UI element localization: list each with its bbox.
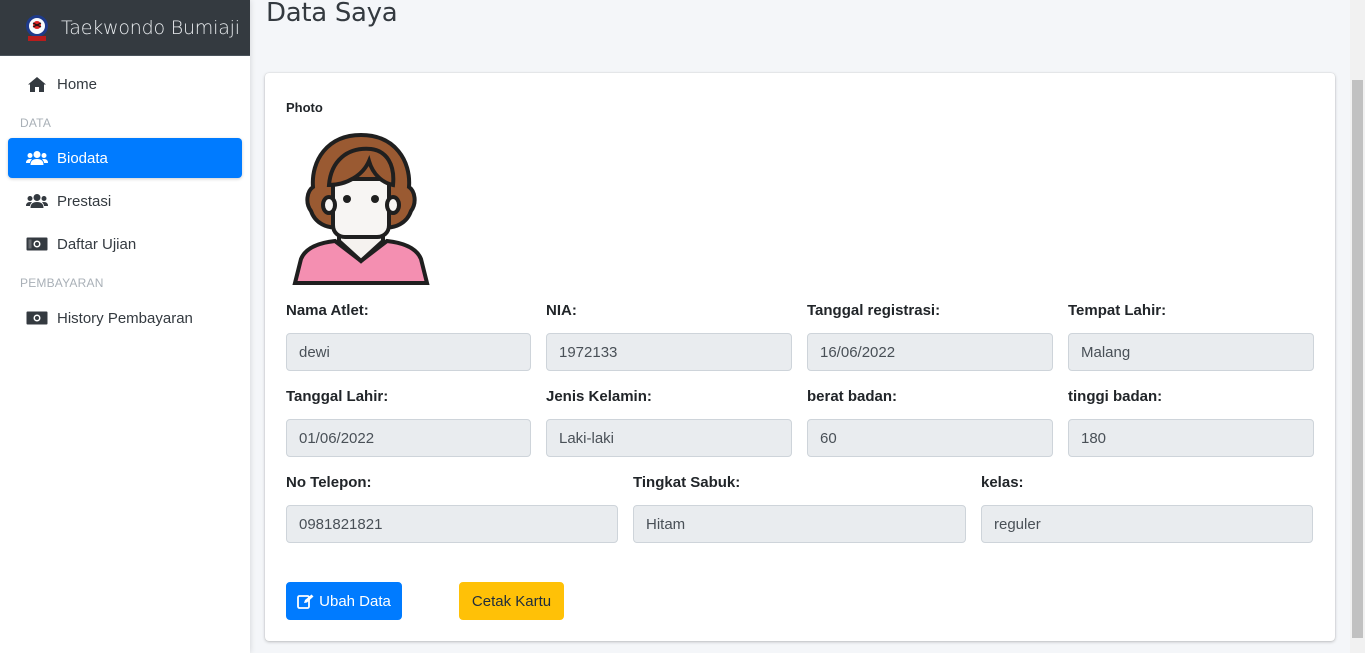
field-kelas: kelas: (981, 474, 1313, 543)
brand-link[interactable]: Taekwondo Bumiaji (0, 0, 250, 56)
sidebar: Taekwondo Bumiaji Home DATA Biodata Pres… (0, 0, 250, 653)
jenis-kelamin-input[interactable] (546, 419, 792, 457)
home-icon (26, 75, 48, 93)
cetak-kartu-button[interactable]: Cetak Kartu (459, 582, 564, 620)
users-icon (26, 149, 48, 167)
field-label: Nama Atlet: (286, 302, 369, 319)
field-label: kelas: (981, 474, 1024, 491)
field-label: berat badan: (807, 388, 898, 405)
sidebar-item-label: Biodata (57, 149, 108, 167)
no-telepon-input[interactable] (286, 505, 618, 543)
avatar (289, 131, 433, 285)
field-tanggal-registrasi: Tanggal registrasi: (807, 302, 1053, 371)
money-bill-icon (26, 309, 48, 327)
money-bill-icon (26, 235, 48, 253)
sidebar-item-home[interactable]: Home (8, 64, 242, 104)
field-tingkat-sabuk: Tingkat Sabuk: (633, 474, 966, 543)
ubah-data-label: Ubah Data (319, 592, 391, 610)
field-nama-atlet: Nama Atlet: (286, 302, 531, 371)
tinggi-badan-input[interactable] (1068, 419, 1314, 457)
field-no-telepon: No Telepon: (286, 474, 618, 543)
nama-atlet-input[interactable] (286, 333, 531, 371)
page-title: Data Saya (266, 0, 398, 28)
tanggal-lahir-input[interactable] (286, 419, 531, 457)
sidebar-item-label: Prestasi (57, 192, 112, 210)
sidebar-item-biodata[interactable]: Biodata (8, 138, 242, 178)
page-scrollbar[interactable] (1350, 0, 1365, 653)
field-jenis-kelamin: Jenis Kelamin: (546, 388, 792, 457)
field-tempat-lahir: Tempat Lahir: (1068, 302, 1314, 371)
sidebar-nav: Home DATA Biodata Prestasi Daftar Ujian … (0, 56, 250, 338)
tingkat-sabuk-input[interactable] (633, 505, 966, 543)
kelas-input[interactable] (981, 505, 1313, 543)
edit-icon (297, 593, 314, 609)
tanggal-registrasi-input[interactable] (807, 333, 1053, 371)
field-nia: NIA: (546, 302, 792, 371)
tempat-lahir-input[interactable] (1068, 333, 1314, 371)
photo-label: Photo (286, 100, 323, 115)
nav-header-pembayaran: PEMBAYARAN (20, 275, 104, 290)
field-label: NIA: (546, 302, 577, 319)
brand-name: Taekwondo Bumiaji (61, 16, 240, 39)
field-label: tinggi badan: (1068, 388, 1163, 405)
taekwondo-logo-icon (24, 13, 50, 43)
sidebar-item-label: Daftar Ujian (57, 235, 137, 253)
nia-input[interactable] (546, 333, 792, 371)
sidebar-item-label: History Pembayaran (57, 309, 193, 327)
field-berat-badan: berat badan: (807, 388, 1053, 457)
field-label: Tanggal Lahir: (286, 388, 389, 405)
field-label: No Telepon: (286, 474, 372, 491)
sidebar-item-label: Home (57, 75, 98, 93)
sidebar-item-history-pembayaran[interactable]: History Pembayaran (8, 298, 242, 338)
field-label: Tempat Lahir: (1068, 302, 1167, 319)
field-label: Tanggal registrasi: (807, 302, 941, 319)
field-label: Tingkat Sabuk: (633, 474, 741, 491)
field-tanggal-lahir: Tanggal Lahir: (286, 388, 531, 457)
nav-header-data: DATA (20, 115, 52, 130)
field-label: Jenis Kelamin: (546, 388, 652, 405)
berat-badan-input[interactable] (807, 419, 1053, 457)
ubah-data-button[interactable]: Ubah Data (286, 582, 402, 620)
users-icon (26, 192, 48, 210)
scrollbar-thumb[interactable] (1352, 80, 1363, 638)
biodata-card: Photo Nama Atlet: dewi NIA: 1972133 Tang… (265, 73, 1335, 641)
field-tinggi-badan: tinggi badan: (1068, 388, 1314, 457)
main-content: Data Saya Photo Nama Atlet: dewi NIA: 19… (250, 0, 1350, 653)
sidebar-item-daftar-ujian[interactable]: Daftar Ujian (8, 224, 242, 264)
sidebar-item-prestasi[interactable]: Prestasi (8, 181, 242, 221)
